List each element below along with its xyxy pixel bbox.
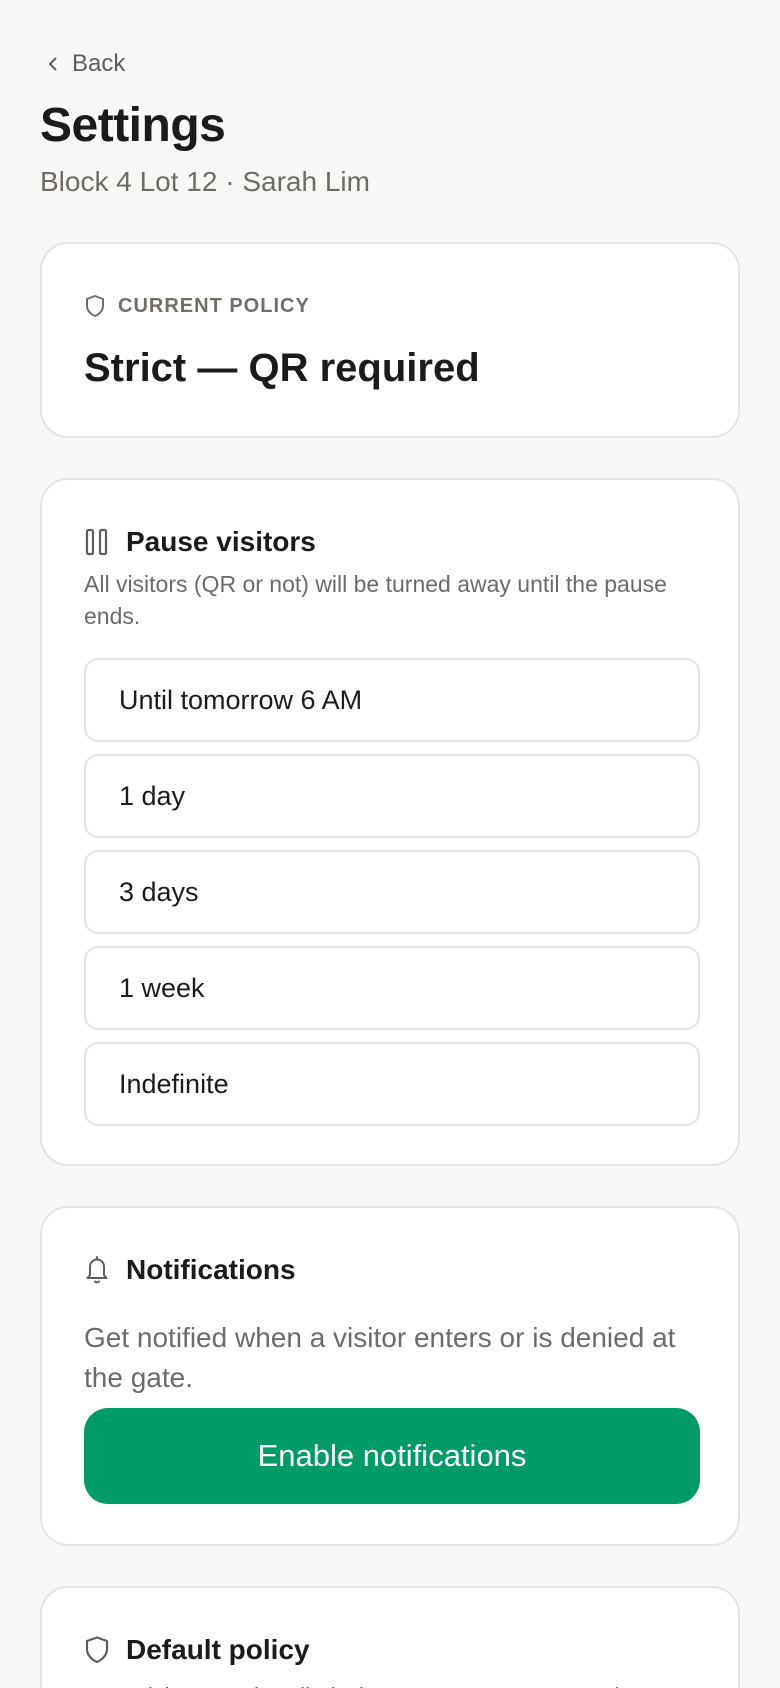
notifications-card: Notifications Get notified when a visito… <box>40 1206 740 1546</box>
chevron-left-icon <box>49 57 57 71</box>
pause-duration-options: Until tomorrow 6 AM 1 day 3 days 1 week … <box>84 658 700 1138</box>
page-title: Settings <box>40 99 226 152</box>
current-policy-card: CURRENT POLICY Strict — QR required <box>40 242 740 438</box>
pause-option-1-day[interactable]: 1 day <box>84 754 700 838</box>
pause-option-1-week[interactable]: 1 week <box>84 946 700 1030</box>
shield-icon <box>86 295 104 317</box>
current-policy-value: Strict — QR required <box>84 346 480 390</box>
current-policy-label: CURRENT POLICY <box>118 294 310 317</box>
bell-icon <box>86 1256 108 1284</box>
pause-visitors-title: Pause visitors <box>126 526 316 557</box>
back-label: Back <box>72 50 126 77</box>
shield-icon <box>85 1636 109 1664</box>
pause-visitors-description: All visitors (QR or not) will be turned … <box>84 571 667 629</box>
page-subtitle: Block 4 Lot 12 · Sarah Lim <box>40 166 370 197</box>
pause-option-3-days[interactable]: 3 days <box>84 850 700 934</box>
settings-screen: Back Settings Block 4 Lot 12 · Sarah Lim… <box>0 0 780 1688</box>
notifications-description: Get notified when a visitor enters or is… <box>84 1322 676 1393</box>
default-policy-title: Default policy <box>126 1634 310 1665</box>
enable-notifications-button[interactable]: Enable notifications <box>84 1408 700 1504</box>
default-policy-heading: Default policy <box>84 1634 310 1666</box>
notifications-title: Notifications <box>126 1254 296 1285</box>
pause-option-indefinite[interactable]: Indefinite <box>84 1042 700 1126</box>
current-policy-eyebrow: CURRENT POLICY <box>84 294 310 318</box>
back-button[interactable]: Back <box>44 50 125 78</box>
pause-visitors-card: Pause visitors All visitors (QR or not) … <box>40 478 740 1166</box>
default-policy-card: Default policy How visitors are handled … <box>40 1586 740 1688</box>
default-policy-description: How visitors are handled when no tempora… <box>84 1680 704 1688</box>
notifications-heading: Notifications <box>84 1254 296 1286</box>
pause-visitors-heading: Pause visitors <box>84 526 316 558</box>
pause-icon <box>85 528 108 556</box>
pause-option-until-tomorrow[interactable]: Until tomorrow 6 AM <box>84 658 700 742</box>
